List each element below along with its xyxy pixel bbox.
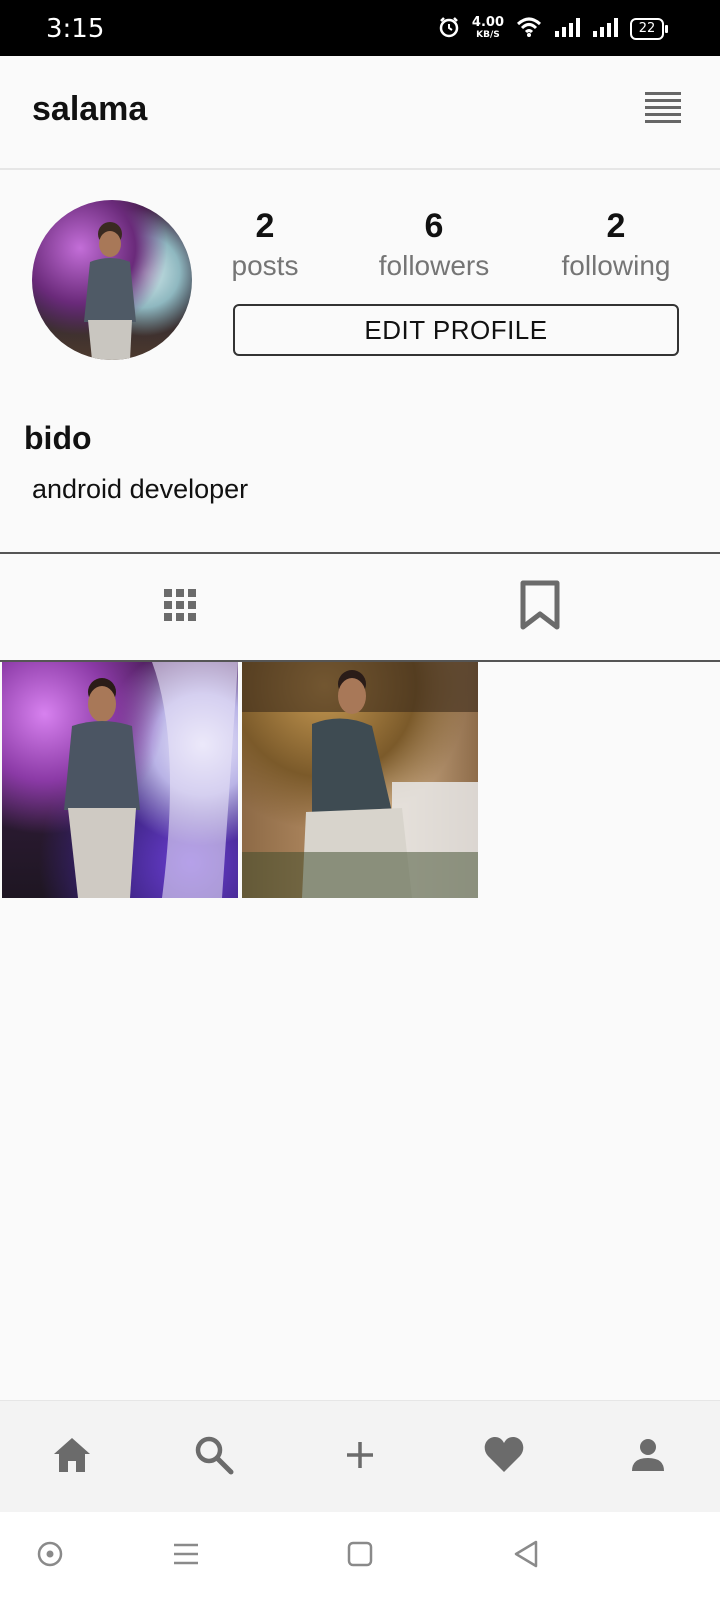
posts-count: 2 xyxy=(255,207,275,245)
status-time: 3:15 xyxy=(46,14,105,44)
status-icons: 4.00 KB/S 22 xyxy=(438,14,668,44)
heart-icon xyxy=(483,1436,525,1479)
network-speed-unit: KB/S xyxy=(476,30,500,40)
posts-stat[interactable]: 2 posts xyxy=(230,205,300,285)
search-icon xyxy=(194,1435,234,1480)
network-speed: 4.00 KB/S xyxy=(471,15,504,41)
following-count: 2 xyxy=(606,207,626,245)
nav-add[interactable] xyxy=(334,1431,386,1483)
bottom-navigation xyxy=(0,1400,720,1513)
signal-icon-1 xyxy=(554,17,580,42)
signal-icon-2 xyxy=(592,17,618,42)
tab-saved[interactable] xyxy=(360,554,720,660)
nav-search[interactable] xyxy=(188,1431,240,1483)
post-thumbnail[interactable] xyxy=(242,662,478,898)
nav-home[interactable] xyxy=(46,1431,98,1483)
app-bar: salama xyxy=(0,56,720,170)
followers-count: 6 xyxy=(424,207,444,245)
tab-grid[interactable] xyxy=(0,554,360,660)
menu-lines-icon xyxy=(172,1542,200,1571)
posts-label: posts xyxy=(231,250,299,281)
home-icon xyxy=(52,1436,92,1479)
display-name: bido xyxy=(24,420,92,456)
bookmark-icon xyxy=(520,580,560,635)
profile-tabs xyxy=(0,552,720,662)
nav-activity[interactable] xyxy=(478,1431,530,1483)
menu-button[interactable] xyxy=(166,1536,206,1576)
back-button[interactable] xyxy=(506,1536,546,1576)
grid-icon xyxy=(163,588,197,627)
followers-stat[interactable]: 6 followers xyxy=(364,205,504,285)
following-label: following xyxy=(561,250,671,281)
wifi-icon xyxy=(516,16,542,43)
target-circle-icon xyxy=(36,1540,64,1573)
assistant-button[interactable] xyxy=(30,1536,70,1576)
followers-label: followers xyxy=(378,250,490,281)
home-button[interactable] xyxy=(340,1536,380,1576)
menu-lines-icon[interactable] xyxy=(644,90,682,128)
bio-text: android developer xyxy=(32,474,249,504)
nav-profile[interactable] xyxy=(622,1431,674,1483)
person-icon xyxy=(630,1437,666,1478)
network-speed-value: 4.00 xyxy=(471,15,504,30)
back-triangle-icon xyxy=(512,1539,540,1574)
post-thumbnail[interactable] xyxy=(2,662,238,898)
system-navigation xyxy=(0,1512,720,1600)
avatar[interactable] xyxy=(32,200,192,360)
battery-indicator: 22 xyxy=(630,18,668,40)
square-icon xyxy=(347,1541,373,1572)
username-title: salama xyxy=(32,90,148,128)
status-bar: 3:15 4.00 KB/S 22 xyxy=(0,0,720,56)
alarm-icon xyxy=(438,16,460,43)
add-icon xyxy=(344,1439,376,1476)
following-stat[interactable]: 2 following xyxy=(546,205,686,285)
edit-profile-button[interactable]: EDIT PROFILE xyxy=(233,304,679,356)
